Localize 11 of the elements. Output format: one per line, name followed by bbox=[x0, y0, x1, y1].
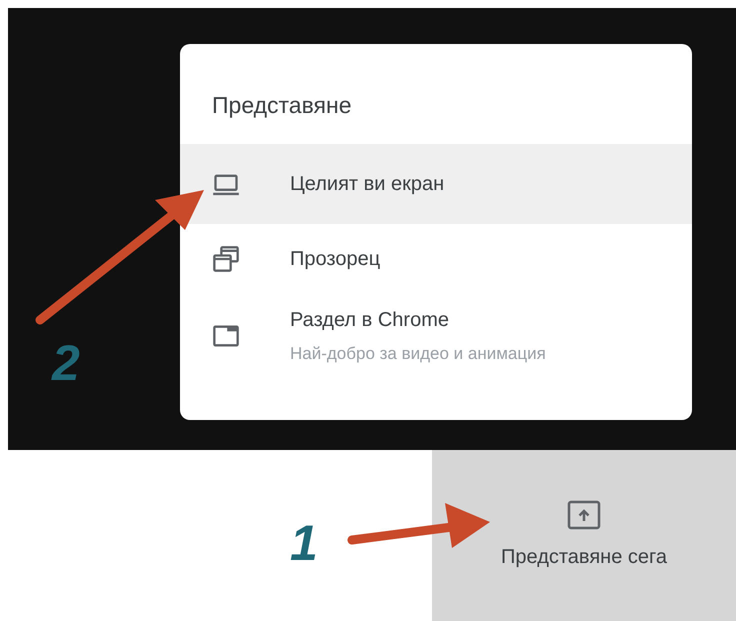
windows-icon bbox=[212, 245, 240, 273]
menu-title: Представяне bbox=[211, 91, 353, 120]
item-hint: Най-добро за видео и анимация bbox=[290, 343, 546, 366]
item-label: Целият ви екран bbox=[290, 172, 444, 197]
upload-icon bbox=[567, 500, 601, 530]
menu-item[interactable]: Целият ви екран bbox=[180, 144, 692, 224]
item-label: Прозорец bbox=[290, 247, 380, 272]
step-number: 1 bbox=[290, 518, 318, 568]
item-label: Раздел в Chrome bbox=[290, 308, 450, 334]
present-now-button[interactable]: Представяне сега bbox=[432, 450, 736, 621]
step-number: 2 bbox=[52, 338, 80, 388]
